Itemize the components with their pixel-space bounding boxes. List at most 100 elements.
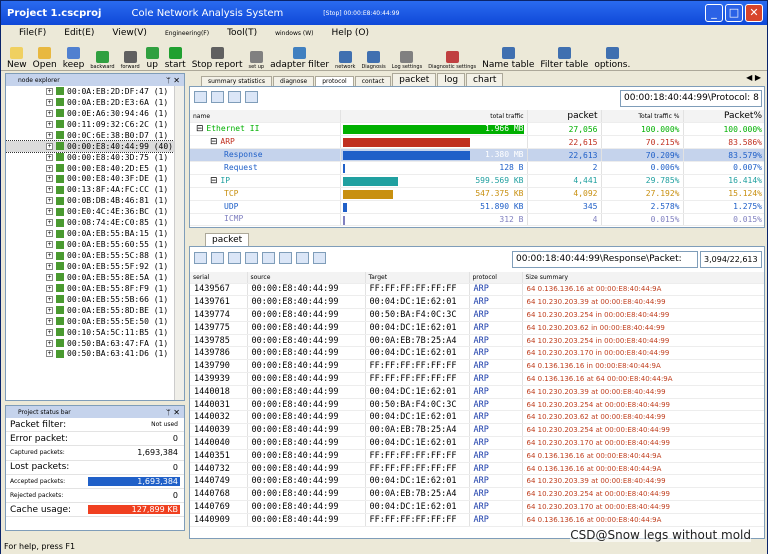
- expand-icon[interactable]: +: [46, 98, 53, 106]
- nav-back-icon[interactable]: [211, 252, 224, 264]
- toolbar-button[interactable]: Diagnostic settings: [428, 51, 476, 70]
- packet-row[interactable]: 1440749 00:00:E8:40:44:99 00:04:DC:1E:62:0…: [190, 474, 764, 489]
- tree-node[interactable]: +00:0E:A6:30:94:46 (1): [6, 108, 184, 119]
- packet-row[interactable]: 1439774 00:00:E8:40:44:99 00:50:BA:F4:0C:3…: [190, 308, 764, 322]
- expand-icon[interactable]: +: [46, 219, 53, 227]
- tree-node[interactable]: +00:0A:EB:2D:E3:6A (1): [6, 97, 184, 108]
- nav-forward-icon[interactable]: [228, 252, 241, 264]
- summary-row[interactable]: TCP 547.375 KB 4,092 27.192% 15.124%: [190, 187, 764, 201]
- packet-row[interactable]: 1440032 00:00:E8:40:44:99 00:04:DC:1E:62:0…: [190, 410, 764, 425]
- tree-node[interactable]: +00:0A:EB:55:5C:88 (1): [6, 250, 184, 261]
- expand-icon[interactable]: +: [46, 87, 53, 95]
- toolbar-button[interactable]: start: [165, 47, 186, 70]
- summary-row[interactable]: ⊟ Ethernet II 1.966 MB 27,056 100.000% 100.0…: [190, 122, 764, 137]
- expand-icon[interactable]: +: [46, 131, 53, 139]
- expand-icon[interactable]: +: [46, 153, 53, 161]
- toolbar-button[interactable]: Name table: [482, 47, 534, 70]
- expand-icon[interactable]: +: [46, 306, 53, 314]
- view-tab[interactable]: chart: [466, 73, 504, 86]
- grid-icon[interactable]: [211, 91, 224, 103]
- view-tab[interactable]: summary statistics: [201, 76, 272, 86]
- col-traffic[interactable]: total traffic: [340, 110, 528, 124]
- toolbar-button[interactable]: keep: [63, 47, 84, 70]
- summary-row[interactable]: Request 128 B 2 0.006% 0.007%: [190, 161, 764, 175]
- image-view-icon[interactable]: [262, 252, 275, 264]
- packet-row[interactable]: 1440351 00:00:E8:40:44:99 FF:FF:FF:FF:FF:F…: [190, 449, 764, 463]
- refresh-icon[interactable]: [313, 252, 326, 264]
- tree-node[interactable]: +00:E0:4C:4E:36:BC (1): [6, 206, 184, 217]
- expand-icon[interactable]: +: [46, 175, 53, 183]
- toolbar-button[interactable]: forward: [121, 51, 140, 70]
- col-source[interactable]: source: [247, 272, 366, 284]
- packet-row[interactable]: 1440039 00:00:E8:40:44:99 00:0A:EB:7B:25:A…: [190, 423, 764, 438]
- view-tab[interactable]: contact: [354, 76, 392, 86]
- tree-node[interactable]: +00:0C:6E:38:B0:D7 (1): [6, 130, 184, 141]
- packet-row[interactable]: 1439567 00:00:E8:40:44:99 FF:FF:FF:FF:FF:F…: [190, 283, 764, 297]
- menu-item[interactable]: windows (W): [275, 30, 313, 37]
- packet-row[interactable]: 1440732 00:00:E8:40:44:99 FF:FF:FF:FF:FF:F…: [190, 462, 764, 476]
- tree-node[interactable]: +00:10:5A:5C:11:B5 (1): [6, 327, 184, 338]
- tree-node[interactable]: +00:50:BA:63:41:D6 (1): [6, 349, 184, 360]
- packet-row[interactable]: 1439785 00:00:E8:40:44:99 00:0A:EB:7B:25:A…: [190, 334, 764, 348]
- col-target[interactable]: Target: [365, 272, 470, 284]
- packet-row[interactable]: 1440031 00:00:E8:40:44:99 00:50:BA:F4:0C:3…: [190, 398, 764, 412]
- col-size-summary[interactable]: Size summary: [522, 272, 764, 284]
- packet-row[interactable]: 1439939 00:00:E8:40:44:99 FF:FF:FF:FF:FF:F…: [190, 372, 764, 386]
- toolbar-button[interactable]: Diagnosis: [361, 51, 386, 70]
- toolbar-button[interactable]: New: [7, 47, 27, 70]
- col-serial[interactable]: serial: [190, 272, 248, 284]
- toolbar-button[interactable]: adapter filter: [270, 47, 329, 70]
- packet-row[interactable]: 1440909 00:00:E8:40:44:99 FF:FF:FF:FF:FF:F…: [190, 513, 764, 527]
- tab-scroll-arrows[interactable]: ◀ ▶: [746, 73, 761, 82]
- expand-icon[interactable]: +: [46, 252, 53, 260]
- tree-node[interactable]: +00:00:E8:40:3D:75 (1): [6, 152, 184, 163]
- expand-icon[interactable]: +: [46, 241, 53, 249]
- expand-icon[interactable]: +: [46, 142, 53, 150]
- nav-first-icon[interactable]: [194, 252, 207, 264]
- expand-icon[interactable]: +: [46, 197, 53, 205]
- tree-scrollbar[interactable]: [174, 86, 184, 400]
- expand-icon[interactable]: +: [46, 328, 53, 336]
- view-tab[interactable]: log: [437, 73, 466, 86]
- menu-item[interactable]: Edit(E): [64, 28, 94, 38]
- tree-node[interactable]: +00:0A:EB:55:BA:15 (1): [6, 228, 184, 239]
- menu-item[interactable]: Help (O): [332, 28, 370, 38]
- expand-icon[interactable]: +: [46, 186, 53, 194]
- toolbar-button[interactable]: backward: [90, 51, 115, 70]
- summary-row[interactable]: Response 1.380 MB 22,613 70.209% 83.579%: [190, 148, 764, 162]
- col-protocol[interactable]: protocol: [469, 272, 523, 284]
- col-total-pct[interactable]: Total traffic %: [601, 110, 684, 124]
- tree-node[interactable]: +00:0A:EB:2D:DF:47 (1): [6, 86, 184, 97]
- view-tab[interactable]: packet: [392, 73, 437, 86]
- maximize-button[interactable]: □: [725, 4, 743, 22]
- list-view-icon[interactable]: [245, 252, 258, 264]
- toolbar-button[interactable]: up: [145, 47, 159, 70]
- refresh-icon[interactable]: [245, 91, 258, 103]
- packet-row[interactable]: 1440769 00:00:E8:40:44:99 00:04:DC:1E:62:0…: [190, 500, 764, 514]
- tree-node[interactable]: +00:00:E8:40:44:99 (40): [6, 139, 184, 153]
- packet-row[interactable]: 1440040 00:00:E8:40:44:99 00:04:DC:1E:62:0…: [190, 436, 764, 450]
- packet-row[interactable]: 1439775 00:00:E8:40:44:99 00:04:DC:1E:62:0…: [190, 321, 764, 335]
- toolbar-button[interactable]: network: [335, 51, 355, 70]
- expand-icon[interactable]: +: [46, 262, 53, 270]
- tree-node[interactable]: +00:13:8F:4A:FC:CC (1): [6, 184, 184, 195]
- tree-node[interactable]: +00:0A:EB:55:8E:5A (1): [6, 272, 184, 283]
- pin-icon[interactable]: ᛘ: [166, 76, 171, 85]
- col-name[interactable]: name: [190, 110, 341, 124]
- toolbar-button[interactable]: Filter table: [540, 47, 588, 70]
- toolbar-button[interactable]: Open: [33, 47, 57, 70]
- filter-icon[interactable]: [296, 252, 309, 264]
- expand-icon[interactable]: +: [46, 230, 53, 238]
- tree-node[interactable]: +00:0A:EB:55:8D:BE (1): [6, 305, 184, 316]
- toolbar-button[interactable]: set up: [249, 51, 264, 70]
- menu-item[interactable]: Engineering(F): [165, 30, 209, 37]
- pin-icon[interactable]: ᛘ: [166, 408, 171, 417]
- tree-node[interactable]: +00:00:E8:40:3F:DE (1): [6, 174, 184, 185]
- tree-node[interactable]: +00:0A:EB:55:5E:50 (1): [6, 316, 184, 327]
- expand-icon[interactable]: +: [46, 284, 53, 292]
- close-button[interactable]: ✕: [745, 4, 763, 22]
- toolbar-button[interactable]: Log settings: [392, 51, 422, 70]
- packet-row[interactable]: 1440768 00:00:E8:40:44:99 00:0A:EB:7B:25:A…: [190, 487, 764, 502]
- tree-node[interactable]: +00:0A:EB:55:5F:92 (1): [6, 261, 184, 272]
- panel-close-icon[interactable]: ✕: [173, 76, 180, 85]
